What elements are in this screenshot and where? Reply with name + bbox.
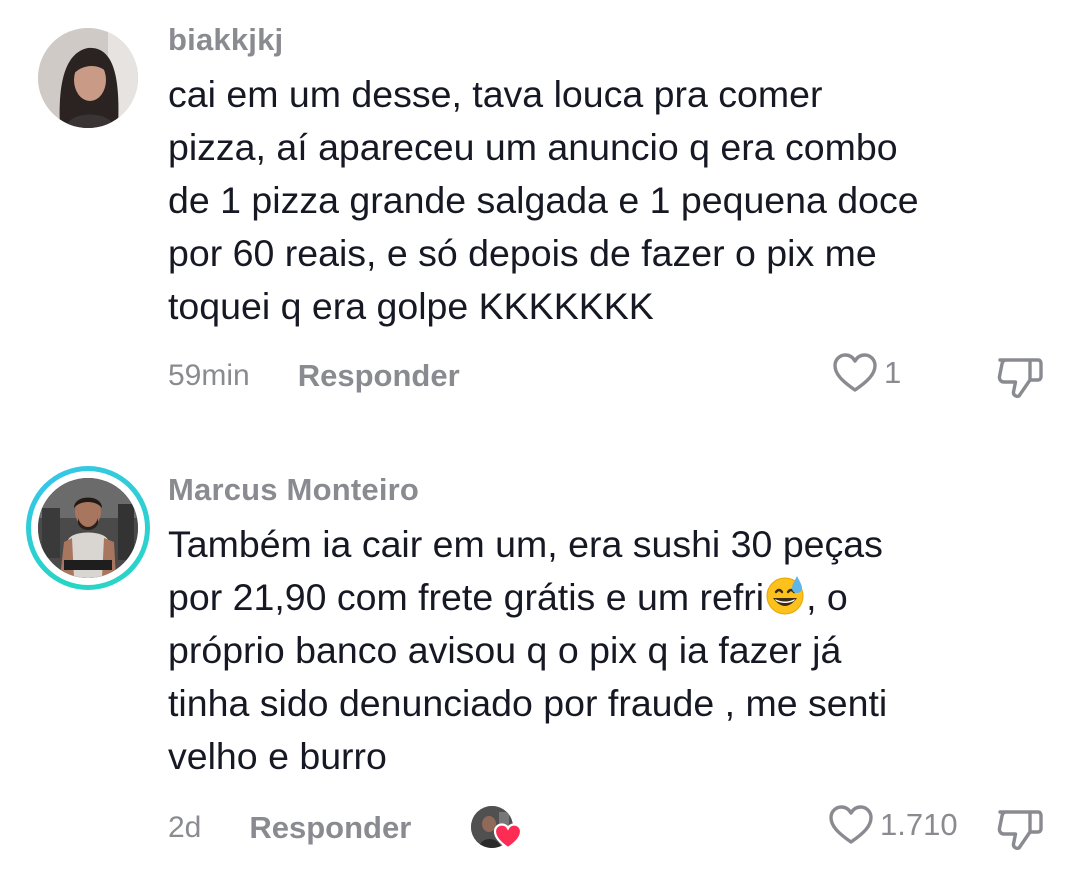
reply-button[interactable]: Responder [298, 358, 460, 394]
dislike-button[interactable] [994, 352, 1046, 400]
comment-line: cai em um desse, tava louca pra comer [168, 73, 823, 115]
heart-icon [833, 353, 877, 392]
comment-line: velho e burro [168, 735, 387, 777]
comment-line: pizza, aí apareceu um anuncio q era comb… [168, 126, 898, 168]
comment-meta: 59min Responder [168, 356, 460, 396]
comment-line: Também ia cair em um, era sushi 30 peças [168, 523, 883, 565]
timestamp: 2d [168, 811, 202, 844]
comment-item: biakkjkj cai em um desse, tava louca pra… [0, 0, 1079, 440]
username[interactable]: Marcus Monteiro [168, 472, 419, 508]
dislike-button[interactable] [994, 804, 1046, 852]
comment-line: tinha sido denunciado por fraude , me se… [168, 682, 888, 724]
reply-button[interactable]: Responder [249, 810, 411, 846]
grinning-face-with-sweat-icon [766, 576, 804, 615]
like-count: 1 [884, 355, 902, 390]
heart-icon [494, 823, 523, 850]
comment-line: por 60 reais, e só depois de fazer o pix… [168, 232, 877, 274]
comment-line-part: , o [806, 576, 848, 618]
thumbs-down-icon [997, 358, 1043, 398]
comment-line: por 21,90 com frete grátis e um refri , … [168, 571, 1048, 624]
comment-line: de 1 pizza grande salgada e 1 pequena do… [168, 179, 919, 221]
like-count: 1.710 [880, 807, 958, 842]
comment-text: cai em um desse, tava louca pra comer pi… [168, 68, 1048, 333]
username[interactable]: biakkjkj [168, 22, 283, 58]
comment-line: toquei q era golpe KKKKKKK [168, 285, 654, 327]
comment-item: Marcus Monteiro Também ia cair em um, er… [0, 452, 1079, 873]
like-button[interactable]: 1 [832, 352, 901, 394]
avatar[interactable] [38, 28, 138, 128]
thumbs-down-icon [997, 810, 1043, 850]
timestamp: 59min [168, 359, 250, 392]
heart-icon [829, 805, 873, 844]
comment-line-part: por 21,90 com frete grátis e um refri [168, 576, 765, 618]
comment-line: próprio banco avisou q o pix q ia fazer … [168, 629, 842, 671]
comment-meta: 2d Responder [168, 806, 523, 850]
avatar[interactable] [38, 478, 138, 578]
like-button[interactable]: 1.710 [828, 804, 958, 846]
liked-by-creator-badge [471, 806, 523, 850]
comment-text: Também ia cair em um, era sushi 30 peças… [168, 518, 1048, 783]
